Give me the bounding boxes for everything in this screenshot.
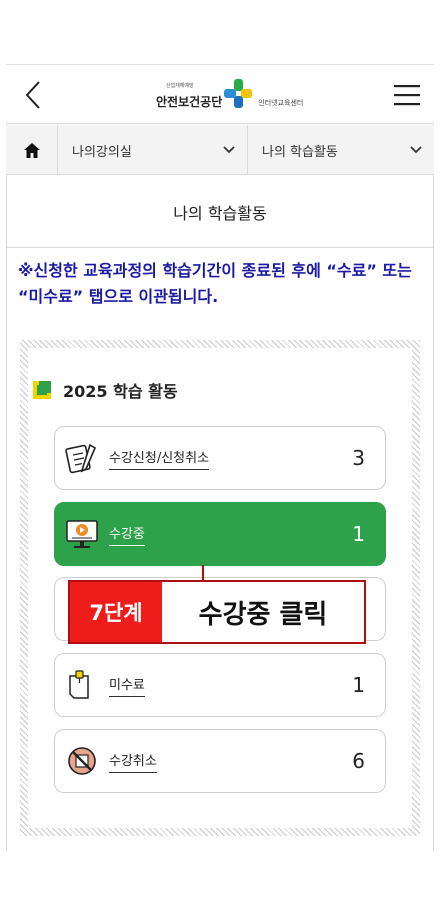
logo[interactable]: 산업재해예방 안전보건공단 인터넷교육센터 <box>156 79 303 113</box>
step-callout: 7단계 수강중 클릭 <box>68 580 366 644</box>
clipboard-pen-icon <box>63 439 101 477</box>
chevron-down-icon <box>223 146 235 154</box>
activity-item-incomplete-count: 1 <box>352 673 365 697</box>
logo-small-text: 산업재해예방 <box>166 83 194 89</box>
nav-select-activity[interactable]: 나의 학습활동 <box>248 125 434 175</box>
back-button[interactable] <box>16 77 50 113</box>
activity-item-incomplete[interactable]: 미수료 1 <box>54 653 386 717</box>
activity-item-cancelled-count: 6 <box>352 749 365 773</box>
section-header: 2025 학습 활동 <box>33 378 178 402</box>
activity-item-in-progress-label: 수강중 <box>109 523 145 546</box>
logo-main-text: 안전보건공단 <box>156 94 223 109</box>
section-title: 2025 학습 활동 <box>63 382 178 401</box>
app-header: 산업재해예방 안전보건공단 인터넷교육센터 <box>6 64 434 124</box>
monitor-play-icon <box>63 515 101 553</box>
activity-item-in-progress[interactable]: 수강중 1 <box>54 502 386 566</box>
clipboard-pin-icon <box>63 666 101 704</box>
hamburger-icon <box>394 85 420 106</box>
logo-sub-text: 인터넷교육센터 <box>258 99 304 107</box>
activity-item-incomplete-label: 미수료 <box>109 674 145 697</box>
callout-step-badge: 7단계 <box>70 582 162 642</box>
nav-select-classroom[interactable]: 나의강의실 <box>58 125 248 175</box>
page-title: 나의 학습활동 <box>6 176 434 248</box>
home-button[interactable] <box>6 125 58 175</box>
logo-cross-icon <box>224 79 253 108</box>
nav-select-activity-label: 나의 학습활동 <box>262 144 338 160</box>
callout-pointer <box>202 565 204 581</box>
activity-item-cancelled[interactable]: 수강취소 6 <box>54 729 386 793</box>
location-nav: 나의강의실 나의 학습활동 <box>6 125 434 175</box>
activity-item-apply[interactable]: 수강신청/신청취소 3 <box>54 426 386 490</box>
menu-button[interactable] <box>390 77 424 113</box>
activity-item-cancelled-label: 수강취소 <box>109 750 157 773</box>
chevron-left-icon <box>25 81 40 109</box>
callout-instruction: 수강중 클릭 <box>198 599 328 630</box>
cancel-icon <box>63 742 101 780</box>
home-icon <box>23 142 40 158</box>
activity-item-apply-label: 수강신청/신청취소 <box>109 447 210 470</box>
notice-text: ※신청한 교육과정의 학습기간이 종료된 후에 “수료” 또는 “미수료” 탭으… <box>18 261 412 306</box>
section-square-icon <box>33 381 51 399</box>
activity-item-apply-count: 3 <box>352 446 365 470</box>
chevron-down-icon <box>410 146 422 154</box>
activity-item-in-progress-count: 1 <box>352 522 365 546</box>
nav-select-classroom-label: 나의강의실 <box>72 144 132 160</box>
